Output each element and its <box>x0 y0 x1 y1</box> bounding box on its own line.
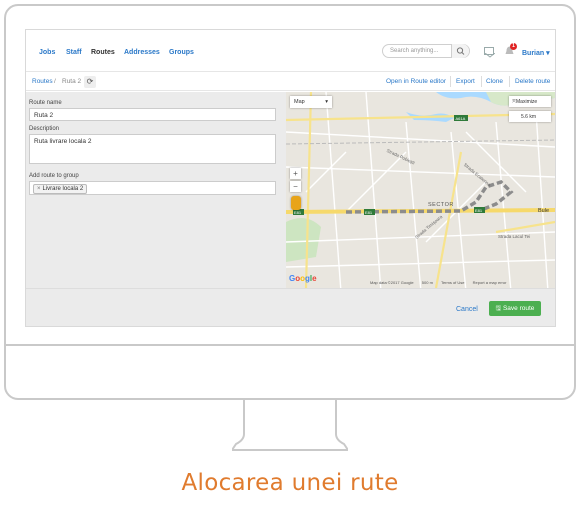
nav-jobs[interactable]: Jobs <box>39 49 55 56</box>
nav-addresses[interactable]: Addresses <box>124 49 160 56</box>
map-attribution: Map data ©2017 Google <box>370 280 414 285</box>
chevron-down-icon: ▾ <box>325 99 328 105</box>
map-report-link[interactable]: Report a map error <box>473 280 507 285</box>
group-select[interactable]: × Livrare locala 2 <box>29 181 276 195</box>
search-icon <box>456 47 465 55</box>
zoom-out-button[interactable]: − <box>290 181 301 192</box>
clone-link[interactable]: Clone <box>486 78 503 85</box>
breadcrumb-separator: / <box>54 78 56 85</box>
form-footer: Cancel 🖫 Save route <box>26 288 555 326</box>
map-place-label: Bule <box>538 208 550 214</box>
divider <box>481 76 482 87</box>
divider <box>509 76 510 87</box>
save-icon: 🖫 <box>495 305 503 312</box>
nav-routes[interactable]: Routes <box>91 49 115 56</box>
remove-tag-icon[interactable]: × <box>37 186 41 192</box>
street-view-pegman-icon[interactable] <box>291 196 301 210</box>
road-shield-e81: E81 <box>475 208 483 213</box>
map-road-label: Strada Lacul Tei <box>498 234 531 239</box>
search-button[interactable] <box>451 44 469 58</box>
notification-badge: 1 <box>510 43 517 50</box>
route-name-label: Route name <box>29 100 62 106</box>
map-type-label: Map <box>294 99 305 105</box>
search-input[interactable]: Search anything... <box>382 44 470 58</box>
divider <box>450 76 451 87</box>
route-distance: 5.6 km <box>509 111 551 122</box>
app-screen: Jobs Staff Routes Addresses Groups Searc… <box>25 29 556 327</box>
route-form: Route name Ruta 2 Description Ruta livra… <box>26 92 286 288</box>
nav-staff[interactable]: Staff <box>66 49 82 56</box>
user-menu[interactable]: Burian ▾ <box>522 49 550 57</box>
road-shield-e81: E81 <box>365 210 373 215</box>
search-placeholder: Search anything... <box>390 48 439 54</box>
group-label: Add route to group <box>29 173 79 179</box>
distance-value: 5.6 km <box>521 114 537 120</box>
monitor-stand <box>232 400 348 451</box>
map-footer: Map data ©2017 Google 500 m Terms of Use… <box>370 280 513 285</box>
description-textarea[interactable]: Ruta livrare locala 2 <box>29 134 276 164</box>
maximize-label: Maximize <box>516 99 538 105</box>
refresh-icon: ⟳ <box>86 77 94 86</box>
maximize-button[interactable]: ⤧Maximize <box>509 96 551 107</box>
zoom-in-button[interactable]: + <box>290 168 301 179</box>
cancel-button[interactable]: Cancel <box>456 306 478 313</box>
route-name-input[interactable]: Ruta 2 <box>29 108 276 121</box>
save-route-button[interactable]: 🖫 Save route <box>489 301 541 316</box>
road-shield-a61a: A61A <box>456 116 466 121</box>
open-route-editor-link[interactable]: Open in Route editor <box>386 78 446 85</box>
map-sector-label: SECTOR <box>428 202 454 208</box>
refresh-button[interactable]: ⟳ <box>84 76 96 88</box>
delete-route-link[interactable]: Delete route <box>515 78 550 85</box>
route-map[interactable]: A61A E81 E81 E81 Strada Pobiești Strada … <box>286 92 555 288</box>
breadcrumb-current: Ruta 2 <box>62 78 82 85</box>
map-type-select[interactable]: Map ▾ <box>290 96 332 108</box>
mail-icon[interactable] <box>484 47 496 58</box>
user-name: Burian <box>522 50 545 57</box>
top-navigation: Jobs Staff Routes Addresses Groups Searc… <box>26 30 555 72</box>
save-label: Save route <box>502 305 535 312</box>
chevron-down-icon: ▾ <box>544 50 550 57</box>
group-tag-label: Livrare locala 2 <box>42 186 84 192</box>
export-link[interactable]: Export <box>456 78 475 85</box>
description-label: Description <box>29 126 60 132</box>
breadcrumb: Routes / Ruta 2 ⟳ Open in Route editor E… <box>26 73 555 91</box>
nav-groups[interactable]: Groups <box>169 49 194 56</box>
breadcrumb-routes[interactable]: Routes <box>32 78 53 85</box>
group-tag[interactable]: × Livrare locala 2 <box>33 184 88 194</box>
map-terms-link[interactable]: Terms of Use <box>441 280 465 285</box>
road-shield-e81: E81 <box>294 210 302 215</box>
monitor-chin-divider <box>4 344 576 346</box>
google-logo: Google <box>289 274 317 283</box>
map-scale: 500 m <box>421 280 433 285</box>
caption: Alocarea unei rute <box>181 470 399 496</box>
